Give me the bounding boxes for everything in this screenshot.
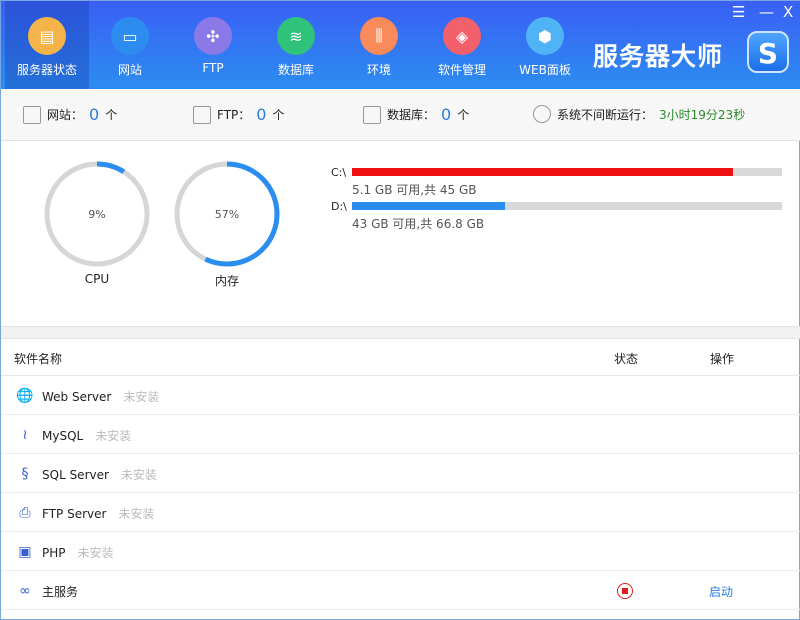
software-name: 主服务: [42, 585, 79, 599]
tab-icon: ▭: [111, 17, 149, 55]
ftp-label: FTP：: [217, 108, 251, 122]
minimize-button[interactable]: —: [759, 3, 774, 21]
software-name: FTP Server: [42, 507, 107, 521]
tab-0[interactable]: ▤ 服务器状态: [5, 1, 89, 89]
install-status: 未安装: [95, 429, 132, 443]
site-unit: 个: [105, 108, 118, 122]
tab-6[interactable]: ⬢ WEB面板: [503, 1, 587, 89]
disk-usage-fill: [352, 202, 506, 210]
software-name: MySQL: [42, 429, 84, 443]
tab-2[interactable]: ✣ FTP: [171, 1, 255, 89]
software-name: SQL Server: [42, 468, 109, 482]
menu-button[interactable]: ☰: [732, 3, 745, 21]
gauge-value: 57%: [215, 208, 239, 221]
table-row: § SQL Server 未安装: [1, 454, 800, 493]
tab-4[interactable]: ⫼ 环境: [337, 1, 421, 89]
header-status: 状态: [614, 352, 639, 366]
disk-name: D:\: [331, 200, 347, 213]
header-name: 软件名称: [14, 352, 63, 366]
ftp-stat: FTP： 0 个: [193, 105, 284, 124]
tab-icon: ≋: [277, 17, 315, 55]
close-button[interactable]: X: [783, 3, 793, 21]
disk-usage-fill: [352, 168, 734, 176]
clock-icon: [533, 105, 551, 123]
db-stat: 数据库： 0 个: [363, 105, 469, 124]
header-action: 操作: [710, 352, 735, 366]
tab-label: 软件管理: [437, 63, 486, 77]
tab-label: WEB面板: [519, 63, 571, 77]
uptime-label: 系统不间断运行：: [557, 107, 654, 122]
table-row: ∞ 主服务 启动: [1, 571, 800, 610]
start-button[interactable]: 启动: [709, 583, 733, 600]
software-icon: ▣: [18, 544, 32, 560]
db-unit: 个: [457, 108, 470, 122]
disk-detail: 43 GB 可用,共 66.8 GB: [352, 217, 485, 231]
header: ▤ 服务器状态 ▭ 网站 ✣ FTP ≋ 数据库 ⫼ 环境 ◈ 软件管理 ⬢ WEB面板 ☰ — X 服务…: [1, 1, 800, 89]
tab-1[interactable]: ▭ 网站: [88, 1, 172, 89]
db-count: 0: [441, 105, 452, 124]
divider: [1, 326, 800, 339]
cpu-gauge: 9%: [42, 159, 152, 272]
ftp-count: 0: [256, 105, 267, 124]
gauge-label: 内存: [214, 274, 239, 288]
stopped-status-icon[interactable]: [617, 583, 633, 599]
tab-label: 网站: [117, 63, 142, 77]
db-label: 数据库：: [387, 108, 436, 122]
software-icon: 🌐: [16, 388, 34, 404]
gauge-label: CPU: [84, 272, 110, 286]
brand-title: 服务器大师: [593, 42, 724, 71]
table-header: 软件名称 状态 操作: [1, 339, 800, 376]
disk-name: C:\: [331, 166, 347, 179]
software-name: PHP: [42, 546, 66, 560]
tab-icon: ▤: [28, 17, 66, 55]
table-row: ▣ PHP 未安装: [1, 532, 800, 571]
tab-5[interactable]: ◈ 软件管理: [420, 1, 504, 89]
tab-icon: ◈: [443, 17, 481, 55]
ftp-icon: [193, 105, 211, 124]
site-count: 0: [89, 105, 100, 124]
tab-label: 环境: [366, 63, 391, 77]
software-icon: ≀: [22, 427, 28, 443]
monitor-icon: [23, 105, 41, 124]
tab-icon: ✣: [194, 17, 232, 55]
table-row: ⎙ FTP Server 未安装: [1, 493, 800, 532]
tab-label: 数据库: [277, 63, 314, 77]
ftp-unit: 个: [272, 108, 285, 122]
site-label: 网站：: [47, 108, 84, 122]
brand-logo: S: [747, 31, 789, 73]
software-icon: §: [21, 466, 29, 482]
tab-3[interactable]: ≋ 数据库: [254, 1, 338, 89]
software-icon: ⎙: [19, 505, 31, 521]
database-icon: [363, 105, 381, 124]
summary-bar: 网站： 0 个 FTP： 0 个 数据库： 0 个 系统不间断运行： 3小时19分23秒: [1, 89, 800, 141]
tab-label: FTP: [202, 61, 224, 75]
tab-label: 服务器状态: [16, 63, 77, 77]
install-status: 未安装: [123, 390, 160, 404]
site-stat: 网站： 0 个: [23, 105, 117, 124]
table-row: 🌐 Web Server 未安装: [1, 376, 800, 415]
disk-detail: 5.1 GB 可用,共 45 GB: [352, 183, 477, 197]
uptime-value: 3小时19分23秒: [659, 107, 746, 122]
table-row: ≀ MySQL 未安装: [1, 415, 800, 454]
memory-gauge: 57%: [172, 159, 282, 272]
disk-usage-bar: [352, 168, 782, 176]
software-icon: ∞: [19, 583, 31, 599]
software-name: Web Server: [42, 390, 112, 404]
install-status: 未安装: [120, 468, 157, 482]
disk-usage-bar: [352, 202, 782, 210]
uptime-stat: 系统不间断运行： 3小时19分23秒: [533, 105, 745, 123]
tab-icon: ⫼: [360, 17, 398, 55]
tab-icon: ⬢: [526, 17, 564, 55]
gauge-value: 9%: [88, 208, 105, 221]
install-status: 未安装: [77, 546, 114, 560]
install-status: 未安装: [118, 507, 155, 521]
